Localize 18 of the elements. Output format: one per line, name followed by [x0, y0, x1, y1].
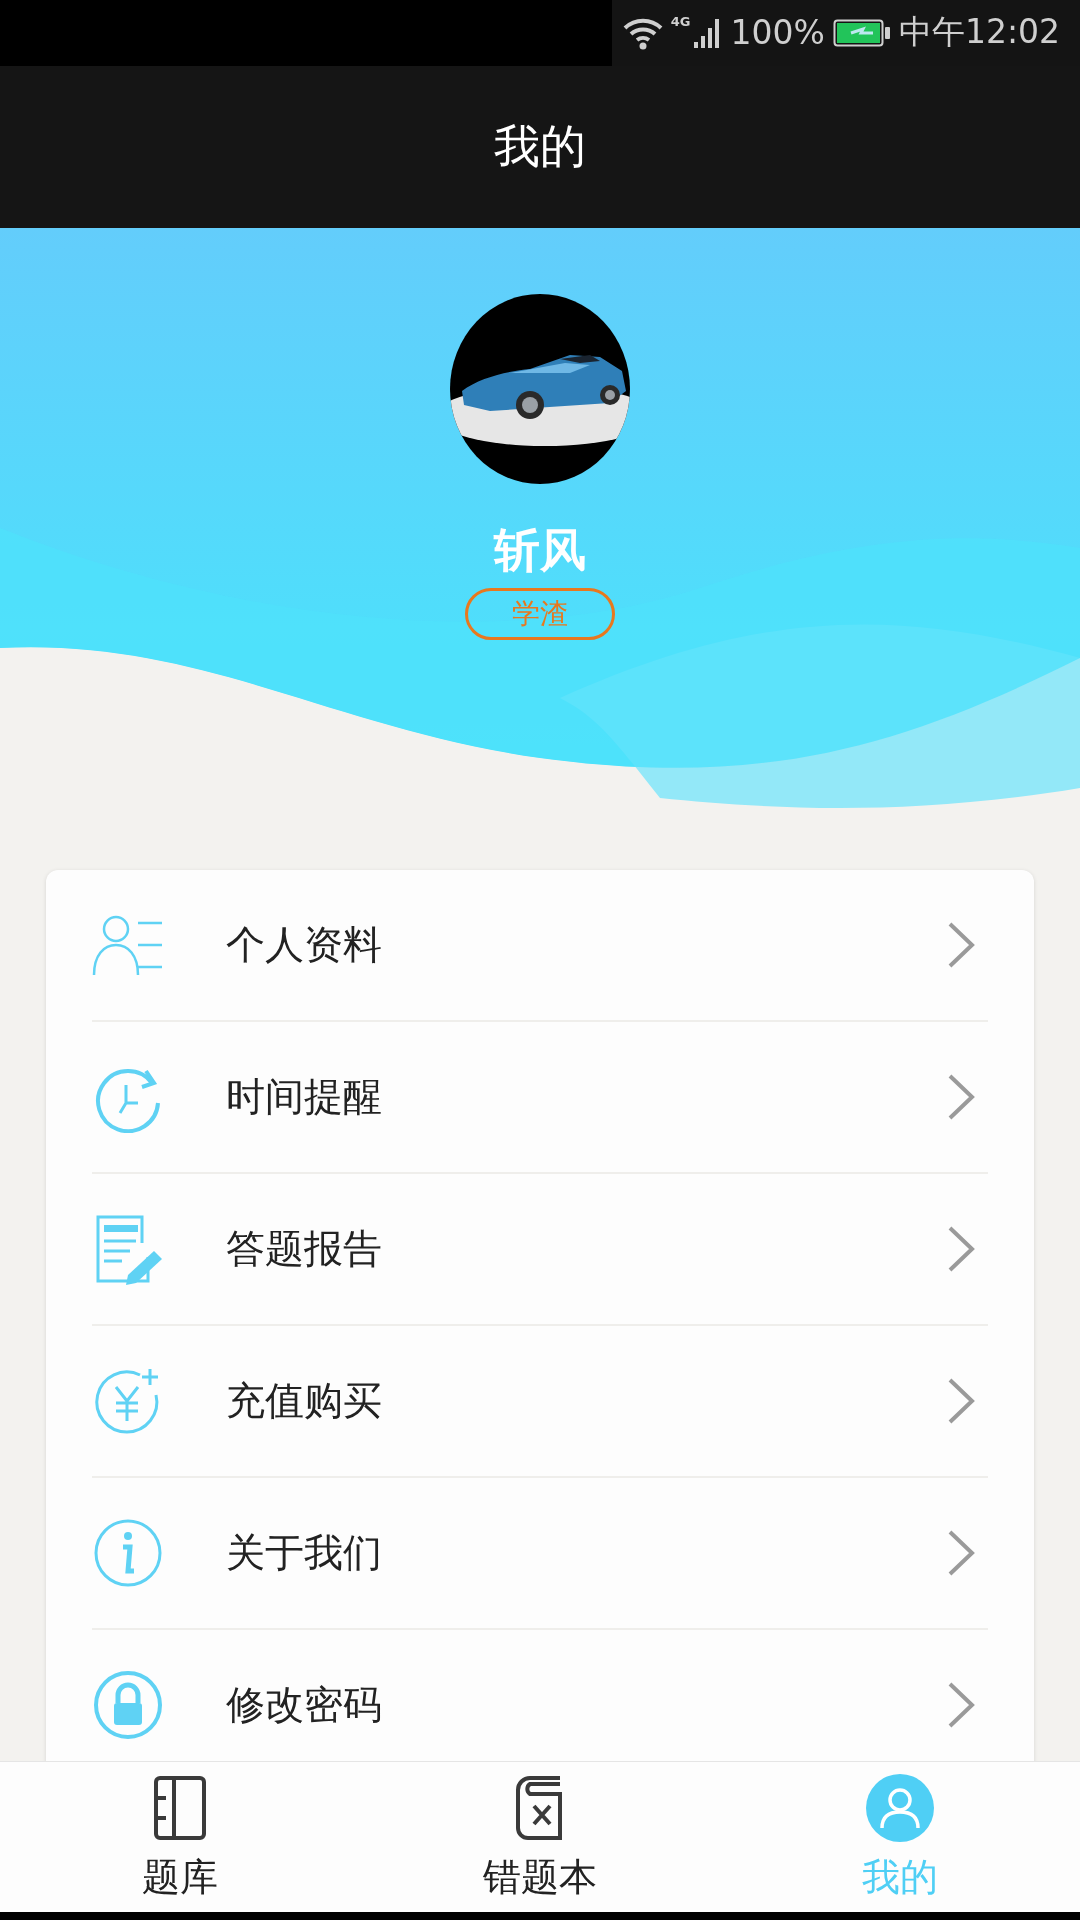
network-label: 4G [670, 14, 691, 29]
profile-icon [864, 1772, 936, 1845]
battery-percent: 100% [730, 13, 825, 53]
battery-icon [832, 18, 891, 48]
nav-tab[interactable]: 错题本 [360, 1762, 720, 1912]
menu-item[interactable]: 关于我们 [92, 1477, 988, 1630]
clock-time: 中午12:02 [898, 11, 1060, 54]
page-title: 我的 [494, 117, 586, 175]
menu-item[interactable]: 时间提醒 [92, 1021, 988, 1174]
menu-item[interactable]: 答题报告 [92, 1173, 988, 1326]
wifi-icon [622, 16, 663, 50]
menu-item[interactable]: 充值购买 [92, 1325, 988, 1478]
lock-icon [92, 1668, 164, 1741]
menu-item[interactable]: 个人资料 [92, 869, 988, 1022]
menu-item[interactable]: 修改密码 [92, 1629, 988, 1762]
nav-tab[interactable]: 题库 [0, 1762, 360, 1912]
level-badge: 学渣 [465, 587, 615, 640]
user-name: 斩风 [494, 521, 586, 579]
